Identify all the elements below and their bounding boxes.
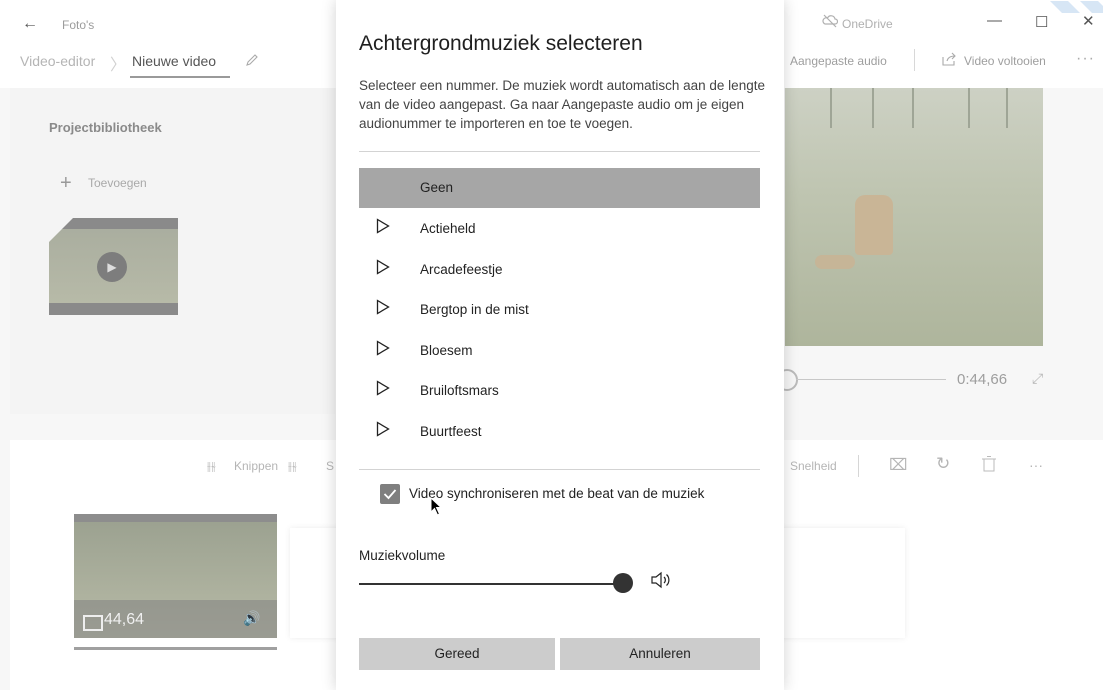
clip-duration: 44,64 bbox=[104, 611, 145, 628]
add-button[interactable]: Toevoegen bbox=[88, 176, 147, 190]
tree-decor bbox=[830, 88, 832, 128]
track-label: Arcadefeestje bbox=[420, 262, 503, 277]
track-label: Bruiloftsmars bbox=[420, 383, 499, 398]
pencil-icon[interactable] bbox=[244, 52, 260, 73]
divider bbox=[359, 151, 760, 152]
thumbnail-bottom-bar bbox=[49, 303, 178, 315]
checkmark-icon bbox=[383, 489, 397, 500]
play-icon[interactable] bbox=[376, 340, 390, 361]
track-label: Geen bbox=[420, 180, 454, 195]
onedrive-label[interactable]: OneDrive bbox=[842, 17, 893, 31]
speaker-icon bbox=[650, 570, 672, 595]
film-icon bbox=[83, 615, 103, 631]
more-icon[interactable]: ··· bbox=[1076, 50, 1095, 68]
track-item-buurtfeest[interactable]: Buurtfeest bbox=[359, 412, 760, 452]
cut-icon[interactable]: ⫲⫳ bbox=[207, 459, 216, 474]
tree-decor bbox=[872, 88, 874, 128]
plus-icon[interactable]: + bbox=[60, 172, 72, 195]
clip-underline bbox=[74, 647, 277, 650]
breadcrumb-current-project[interactable]: Nieuwe video bbox=[132, 53, 216, 69]
crop-icon[interactable]: ⌧ bbox=[889, 455, 907, 475]
sync-beat-checkbox[interactable] bbox=[380, 484, 400, 504]
track-item-arcadefeestje[interactable]: Arcadefeestje bbox=[359, 250, 760, 290]
track-item-actieheld[interactable]: Actieheld bbox=[359, 209, 760, 249]
share-icon[interactable] bbox=[941, 52, 957, 71]
decorative-ribbon bbox=[1040, 0, 1103, 13]
library-title: Projectbibliotheek bbox=[49, 120, 162, 135]
volume-icon[interactable]: 🔊 bbox=[243, 610, 260, 627]
breadcrumb-separator: 〉 bbox=[110, 57, 127, 74]
track-label: Bergtop in de mist bbox=[420, 302, 529, 317]
speed-button[interactable]: Snelheid bbox=[790, 459, 837, 473]
split-icon[interactable]: ⫲⫳ bbox=[288, 459, 297, 474]
track-label: Bloesem bbox=[420, 343, 473, 358]
dialog-title: Achtergrondmuziek selecteren bbox=[359, 32, 643, 55]
divider bbox=[858, 455, 859, 477]
done-button[interactable]: Gereed bbox=[359, 638, 555, 670]
app-title: Foto's bbox=[62, 18, 95, 32]
dialog-description: Selecteer een nummer. De muziek wordt au… bbox=[359, 78, 765, 131]
track-item-bruiloftsmars[interactable]: Bruiloftsmars bbox=[359, 371, 760, 411]
custom-audio-button[interactable]: Aangepaste audio bbox=[790, 54, 887, 68]
track-label: Buurtfeest bbox=[420, 424, 482, 439]
volume-slider-thumb[interactable] bbox=[613, 573, 633, 593]
finish-video-button[interactable]: Video voltooien bbox=[964, 54, 1046, 68]
onedrive-icon[interactable] bbox=[822, 14, 839, 33]
expand-icon[interactable]: ⤢ bbox=[1032, 370, 1043, 387]
volume-label: Muziekvolume bbox=[359, 548, 446, 563]
minimize-button[interactable]: — bbox=[987, 12, 1002, 29]
split-button[interactable]: S bbox=[326, 459, 334, 473]
sync-beat-label[interactable]: Video synchroniseren met de beat van de … bbox=[409, 486, 704, 501]
play-icon[interactable] bbox=[376, 259, 390, 280]
track-item-bloesem[interactable]: Bloesem bbox=[359, 331, 760, 371]
playback-time: 0:44,66 bbox=[957, 371, 1008, 388]
breadcrumb-video-editor[interactable]: Video-editor bbox=[20, 53, 95, 69]
mouse-cursor-icon bbox=[430, 496, 444, 522]
clip-top-bar bbox=[74, 514, 277, 522]
play-icon[interactable] bbox=[376, 299, 390, 320]
divider bbox=[359, 469, 760, 470]
play-icon[interactable]: ▶ bbox=[97, 252, 127, 282]
maximize-button[interactable]: ☐ bbox=[1035, 13, 1048, 31]
more-icon[interactable]: ··· bbox=[1029, 457, 1043, 473]
delete-icon[interactable] bbox=[982, 456, 996, 477]
breadcrumb-underline bbox=[130, 76, 230, 78]
track-label: Actieheld bbox=[420, 221, 476, 236]
play-icon[interactable] bbox=[376, 218, 390, 239]
seek-slider-track[interactable] bbox=[796, 379, 946, 380]
back-icon[interactable]: ← bbox=[22, 15, 38, 33]
tree-decor bbox=[912, 88, 914, 128]
divider bbox=[914, 49, 915, 71]
volume-slider-track[interactable] bbox=[359, 583, 623, 585]
rotate-icon[interactable]: ↻ bbox=[936, 454, 950, 474]
track-item-geen[interactable]: Geen bbox=[359, 168, 760, 208]
tree-decor bbox=[1006, 88, 1008, 128]
tree-decor bbox=[968, 88, 970, 128]
cancel-button[interactable]: Annuleren bbox=[560, 638, 760, 670]
cut-button[interactable]: Knippen bbox=[234, 459, 278, 473]
track-item-bergtop[interactable]: Bergtop in de mist bbox=[359, 290, 760, 330]
preview-subject bbox=[815, 255, 855, 269]
play-icon[interactable] bbox=[376, 421, 390, 442]
play-icon[interactable] bbox=[376, 380, 390, 401]
close-button[interactable]: ✕ bbox=[1082, 12, 1095, 30]
thumbnail-corner-fold bbox=[49, 218, 73, 242]
video-preview[interactable] bbox=[785, 88, 1043, 346]
preview-subject bbox=[855, 195, 893, 255]
